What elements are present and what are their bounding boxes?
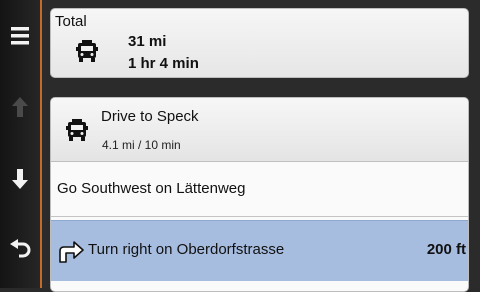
- hamburger-menu-icon: [11, 27, 29, 45]
- turn-distance: 200 ft: [426, 241, 466, 258]
- directions-list: Drive to Speck 4.1 mi / 10 min Go Southw…: [50, 97, 469, 292]
- list-item-turn-selected[interactable]: Turn right on Oberdorfstrasse 200 ft: [51, 220, 468, 281]
- route-panel: Total 31 mi 1 hr 4 min Drive to Speck 4.…: [42, 0, 480, 292]
- scroll-up-button[interactable]: [0, 92, 40, 122]
- back-arrow-icon: [10, 239, 31, 258]
- total-title: Total: [55, 13, 87, 30]
- drive-title: Drive to Speck: [101, 108, 199, 125]
- drive-distance-time: 4.1 mi / 10 min: [102, 138, 181, 152]
- list-item-direction[interactable]: Go Southwest on Lättenweg: [51, 162, 468, 217]
- total-distance: 31 mi: [128, 33, 167, 50]
- menu-button[interactable]: [0, 18, 40, 54]
- sidebar: [0, 0, 40, 288]
- truck-icon: [66, 119, 88, 141]
- up-arrow-icon: [12, 97, 28, 117]
- route-total-card[interactable]: Total 31 mi 1 hr 4 min: [50, 8, 469, 78]
- truck-icon: [76, 40, 98, 62]
- direction-text: Go Southwest on Lättenweg: [57, 180, 246, 197]
- back-button[interactable]: [0, 232, 40, 268]
- list-item-drive-to[interactable]: Drive to Speck 4.1 mi / 10 min: [51, 98, 468, 162]
- turn-text: Turn right on Oberdorfstrasse: [88, 241, 285, 258]
- turn-right-icon: [59, 241, 84, 263]
- total-time: 1 hr 4 min: [128, 55, 199, 72]
- down-arrow-icon: [12, 169, 28, 189]
- scroll-down-button[interactable]: [0, 162, 40, 196]
